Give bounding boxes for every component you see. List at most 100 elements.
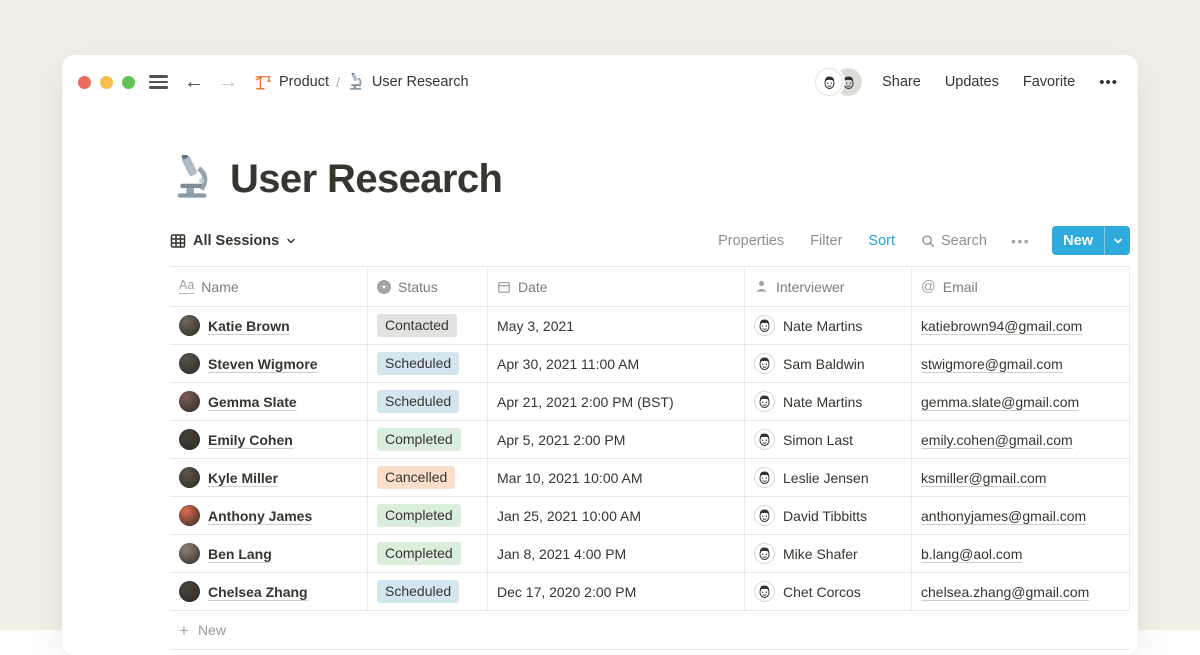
row-email[interactable]: ksmiller@gmail.com [921,470,1046,486]
row-date[interactable]: Apr 30, 2021 11:00 AM [488,345,745,382]
row-name[interactable]: Anthony James [208,508,312,524]
table-row[interactable]: Steven Wigmore Scheduled Apr 30, 2021 11… [170,345,1130,383]
interviewer-avatar [754,391,775,412]
table-view-icon [170,233,186,249]
row-date[interactable]: May 3, 2021 [488,307,745,344]
row-interviewer[interactable]: David Tibbitts [783,508,867,524]
face-illustration [756,355,773,372]
database-toolbar: All Sessions Properties Filter Sort Se [170,226,1130,267]
status-badge[interactable]: Scheduled [377,390,459,413]
row-interviewer[interactable]: Mike Shafer [783,546,858,562]
row-name[interactable]: Ben Lang [208,546,272,562]
face-illustration [756,431,773,448]
status-badge[interactable]: Scheduled [377,352,459,375]
table-row[interactable]: Kyle Miller Cancelled Mar 10, 2021 10:00… [170,459,1130,497]
row-email[interactable]: gemma.slate@gmail.com [921,394,1079,410]
favorite-button[interactable]: Favorite [1023,74,1075,90]
breadcrumb-separator: / [336,74,340,90]
table-row[interactable]: Ben Lang Completed Jan 8, 2021 4:00 PM M… [170,535,1130,573]
table-row[interactable]: Anthony James Completed Jan 25, 2021 10:… [170,497,1130,535]
interviewer-avatar [754,467,775,488]
row-name[interactable]: Steven Wigmore [208,356,318,372]
row-interviewer[interactable]: Nate Martins [783,318,862,334]
status-badge[interactable]: Scheduled [377,580,459,603]
row-email[interactable]: anthonyjames@gmail.com [921,508,1086,524]
column-header-interviewer[interactable]: Interviewer [745,267,912,306]
row-email[interactable]: katiebrown94@gmail.com [921,318,1082,334]
table-header-row: Aa Name Status Date [170,267,1130,307]
share-button[interactable]: Share [882,74,921,90]
table-row[interactable]: Chelsea Zhang Scheduled Dec 17, 2020 2:0… [170,573,1130,611]
sort-button[interactable]: Sort [868,233,895,249]
row-name[interactable]: Emily Cohen [208,432,293,448]
status-badge[interactable]: Cancelled [377,466,455,489]
row-interviewer[interactable]: Leslie Jensen [783,470,869,486]
row-email[interactable]: b.lang@aol.com [921,546,1022,562]
status-badge[interactable]: Contacted [377,314,457,337]
column-label: Name [201,279,238,295]
window-topbar: ← → Product / U [62,55,1138,109]
minimize-window-button[interactable] [100,76,113,89]
properties-button[interactable]: Properties [718,233,784,249]
new-button-label: New [1052,226,1104,255]
new-button-chevron-icon[interactable] [1105,226,1130,255]
row-date[interactable]: Dec 17, 2020 2:00 PM [488,573,745,610]
row-date[interactable]: Mar 10, 2021 10:00 AM [488,459,745,496]
column-header-name[interactable]: Aa Name [170,267,368,306]
new-row-button[interactable]: + New [170,611,1130,650]
filter-button[interactable]: Filter [810,233,842,249]
new-button[interactable]: New [1052,226,1130,255]
row-email[interactable]: stwigmore@gmail.com [921,356,1063,372]
collaborator-avatars [815,68,862,96]
page-header: User Research [170,143,1130,201]
breadcrumb-parent[interactable]: Product [254,73,329,91]
back-arrow-icon[interactable]: ← [184,72,204,92]
row-interviewer[interactable]: Sam Baldwin [783,356,865,372]
table-row[interactable]: Gemma Slate Scheduled Apr 21, 2021 2:00 … [170,383,1130,421]
row-interviewer[interactable]: Chet Corcos [783,584,861,600]
status-badge[interactable]: Completed [377,428,461,451]
table-row[interactable]: Emily Cohen Completed Apr 5, 2021 2:00 P… [170,421,1130,459]
close-window-button[interactable] [78,76,91,89]
row-email[interactable]: emily.cohen@gmail.com [921,432,1073,448]
maximize-window-button[interactable] [122,76,135,89]
collaborator-avatar[interactable] [815,68,843,96]
row-avatar [179,429,200,450]
forward-arrow-icon[interactable]: → [218,72,238,92]
calendar-icon [497,280,511,294]
row-name[interactable]: Gemma Slate [208,394,297,410]
face-illustration [821,74,838,91]
search-button[interactable]: Search [921,233,987,249]
column-header-email[interactable]: @ Email [912,267,1130,306]
row-date[interactable]: Jan 8, 2021 4:00 PM [488,535,745,572]
status-badge[interactable]: Completed [377,542,461,565]
column-header-status[interactable]: Status [368,267,488,306]
notion-window: ← → Product / U [62,55,1138,655]
row-name[interactable]: Chelsea Zhang [208,584,308,600]
desktop-background: ← → Product / U [0,0,1200,630]
database-table: Aa Name Status Date [170,267,1130,650]
status-badge[interactable]: Completed [377,504,461,527]
breadcrumb-current[interactable]: User Research [347,73,469,91]
select-icon [377,280,391,294]
chevron-down-icon [286,236,296,246]
row-interviewer[interactable]: Nate Martins [783,394,862,410]
row-name[interactable]: Kyle Miller [208,470,278,486]
interviewer-avatar [754,581,775,602]
toolbar-more-icon[interactable]: ••• [1011,233,1030,249]
row-date[interactable]: Apr 21, 2021 2:00 PM (BST) [488,383,745,420]
row-date[interactable]: Apr 5, 2021 2:00 PM [488,421,745,458]
view-switcher[interactable]: All Sessions [170,233,296,249]
updates-button[interactable]: Updates [945,74,999,90]
sidebar-menu-icon[interactable] [149,75,168,88]
face-illustration [756,545,773,562]
column-header-date[interactable]: Date [488,267,745,306]
row-interviewer[interactable]: Simon Last [783,432,853,448]
face-illustration [756,507,773,524]
row-date[interactable]: Jan 25, 2021 10:00 AM [488,497,745,534]
row-name[interactable]: Katie Brown [208,318,290,334]
table-row[interactable]: Katie Brown Contacted May 3, 2021 Nate M… [170,307,1130,345]
more-options-icon[interactable]: ••• [1099,74,1118,91]
row-email[interactable]: chelsea.zhang@gmail.com [921,584,1089,600]
row-avatar [179,467,200,488]
